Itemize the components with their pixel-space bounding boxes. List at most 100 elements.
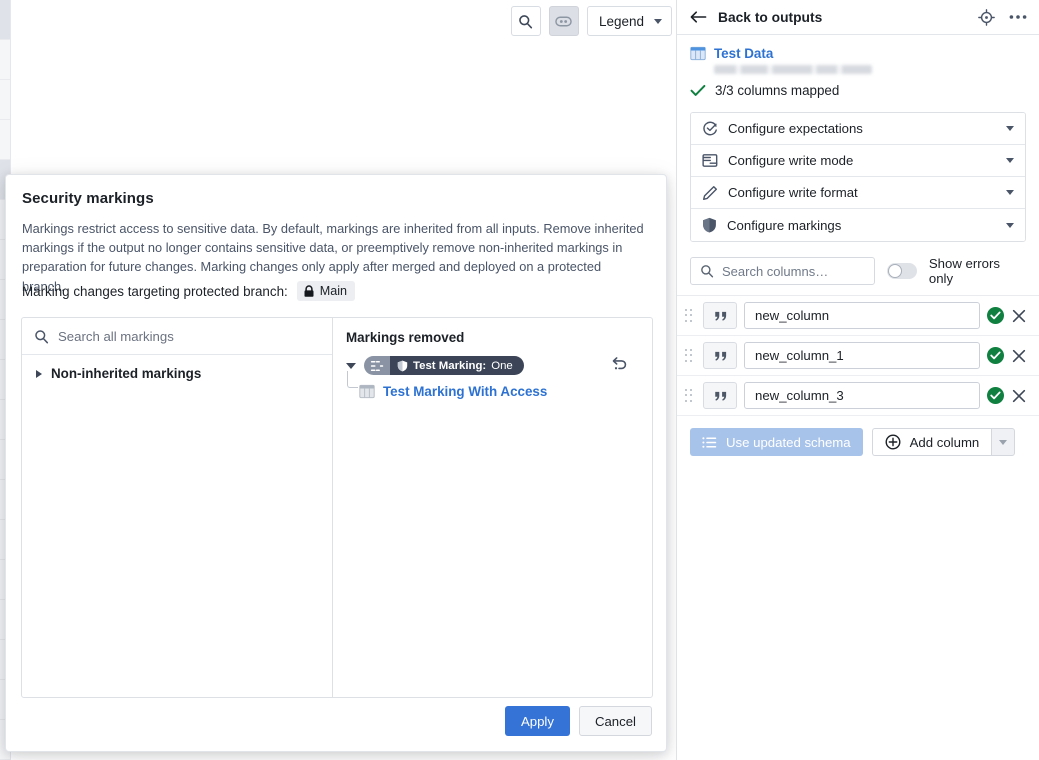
- search-columns-input[interactable]: Search columns…: [690, 257, 875, 285]
- chevron-down-icon[interactable]: [1006, 190, 1014, 195]
- columns-list: new_column new_column_1 new_column_3: [677, 295, 1039, 416]
- search-icon: [700, 264, 714, 278]
- drag-handle-icon[interactable]: [682, 387, 696, 405]
- list-icon: [702, 436, 717, 449]
- configure-expectations-label: Configure expectations: [728, 121, 863, 136]
- search-columns-placeholder: Search columns…: [722, 263, 829, 279]
- remove-column-button[interactable]: [1011, 388, 1027, 404]
- panel-header: Back to outputs: [677, 0, 1039, 35]
- configure-markings-row[interactable]: Configure markings: [691, 209, 1025, 241]
- toggle-knob: [887, 264, 902, 278]
- security-markings-dialog: Security markings Markings restrict acce…: [5, 174, 667, 752]
- configure-write-format-row[interactable]: Configure write format: [691, 177, 1025, 209]
- table-icon: [690, 46, 706, 61]
- pencil-icon: [702, 185, 718, 201]
- configure-sections-list: Configure expectations Configure write m…: [690, 112, 1026, 242]
- chevron-down-icon[interactable]: [1006, 158, 1014, 163]
- marking-hierarchy-icon: [364, 356, 390, 375]
- node-details-icon: [555, 15, 573, 28]
- removed-marking-row: Test Marking: One: [333, 345, 652, 375]
- legend-label: Legend: [598, 13, 644, 29]
- configure-write-mode-label: Configure write mode: [728, 153, 854, 168]
- branch-label: Marking changes targeting protected bran…: [22, 283, 288, 299]
- configure-write-mode-row[interactable]: Configure write mode: [691, 145, 1025, 177]
- add-column-split-button: Add column: [871, 428, 1016, 456]
- column-valid-icon: [987, 347, 1004, 364]
- drag-handle-icon[interactable]: [682, 347, 696, 365]
- removed-marking-child-row[interactable]: Test Marking With Access: [333, 371, 652, 399]
- markings-removed-pane: Markings removed Test Marking: One Test …: [333, 318, 652, 697]
- configure-expectations-row[interactable]: Configure expectations: [691, 113, 1025, 145]
- all-markings-pane: Search all markings Non-inherited markin…: [22, 318, 333, 697]
- lock-icon: [303, 284, 315, 298]
- configure-write-format-label: Configure write format: [728, 185, 858, 200]
- columns-search-row: Search columns… Show errors only: [677, 242, 1039, 286]
- column-name-input[interactable]: new_column: [744, 302, 980, 329]
- shield-icon: [702, 217, 717, 233]
- add-column-label: Add column: [909, 434, 980, 450]
- chevron-down-icon[interactable]: [1006, 126, 1014, 131]
- marking-badge[interactable]: Test Marking: One: [364, 356, 524, 375]
- dataset-name[interactable]: Test Data: [714, 46, 872, 61]
- column-valid-icon: [987, 387, 1004, 404]
- back-to-outputs-button[interactable]: Back to outputs: [690, 10, 822, 25]
- undo-icon: [611, 356, 628, 372]
- cancel-button[interactable]: Cancel: [578, 706, 652, 736]
- dataset-path-redacted: [714, 65, 872, 74]
- write-mode-icon: [702, 153, 718, 168]
- more-horizontal-icon[interactable]: [1009, 14, 1027, 20]
- drag-handle-icon[interactable]: [682, 307, 696, 325]
- show-errors-only-toggle[interactable]: [886, 263, 917, 279]
- column-row: new_column_3: [677, 376, 1039, 416]
- arrow-left-icon: [690, 10, 707, 24]
- column-valid-icon: [987, 307, 1004, 324]
- panel-header-actions: [978, 8, 1027, 26]
- non-inherited-markings-group[interactable]: Non-inherited markings: [22, 355, 332, 381]
- chevron-down-icon: [999, 439, 1008, 445]
- add-column-button[interactable]: Add column: [871, 428, 992, 456]
- search-icon: [518, 14, 533, 29]
- columns-actions: Use updated schema Add column: [677, 416, 1039, 456]
- target-icon[interactable]: [978, 8, 995, 26]
- use-updated-schema-button[interactable]: Use updated schema: [690, 428, 863, 456]
- branch-name: Main: [319, 284, 348, 298]
- chevron-right-icon[interactable]: [36, 369, 42, 378]
- chevron-down-icon[interactable]: [1006, 222, 1014, 228]
- apply-button[interactable]: Apply: [504, 706, 570, 736]
- undo-removal-button[interactable]: [608, 353, 630, 375]
- plus-circle-icon: [885, 434, 901, 450]
- expectations-icon: [702, 121, 718, 137]
- configure-markings-label: Configure markings: [727, 217, 842, 233]
- marking-key: Test Marking:: [413, 359, 487, 372]
- node-details-toggle-button[interactable]: [548, 6, 579, 36]
- chevron-down-icon: [654, 18, 662, 24]
- branch-badge: Main: [296, 281, 356, 301]
- check-icon: [690, 84, 706, 97]
- canvas-toolbar: Legend: [510, 6, 672, 36]
- add-column-dropdown-button[interactable]: [991, 428, 1016, 456]
- table-icon: [359, 384, 375, 399]
- removed-marking-child-label[interactable]: Test Marking With Access: [383, 384, 547, 399]
- search-icon: [34, 329, 49, 344]
- string-type-icon[interactable]: [703, 302, 737, 329]
- columns-mapped-status: 3/3 columns mapped: [677, 74, 1039, 98]
- column-name-input[interactable]: new_column_1: [744, 342, 980, 369]
- markings-search-input[interactable]: Search all markings: [22, 318, 332, 355]
- back-to-outputs-label: Back to outputs: [718, 9, 823, 25]
- column-row: new_column_1: [677, 336, 1039, 376]
- search-button[interactable]: [510, 6, 541, 36]
- string-type-icon[interactable]: [703, 342, 737, 369]
- branch-row: Marking changes targeting protected bran…: [22, 281, 356, 301]
- string-type-icon[interactable]: [703, 382, 737, 409]
- dialog-footer: Apply Cancel: [504, 706, 652, 736]
- remove-column-button[interactable]: [1011, 308, 1027, 324]
- legend-button[interactable]: Legend: [586, 6, 672, 36]
- dialog-title: Security markings: [22, 190, 154, 207]
- non-inherited-markings-label: Non-inherited markings: [51, 366, 202, 381]
- markings-removed-title: Markings removed: [346, 330, 465, 345]
- tree-elbow-connector: [347, 371, 358, 388]
- remove-column-button[interactable]: [1011, 348, 1027, 364]
- column-name-input[interactable]: new_column_3: [744, 382, 980, 409]
- app-root: Legend Security markings Markings restri…: [0, 0, 1039, 760]
- chevron-down-icon[interactable]: [346, 362, 356, 369]
